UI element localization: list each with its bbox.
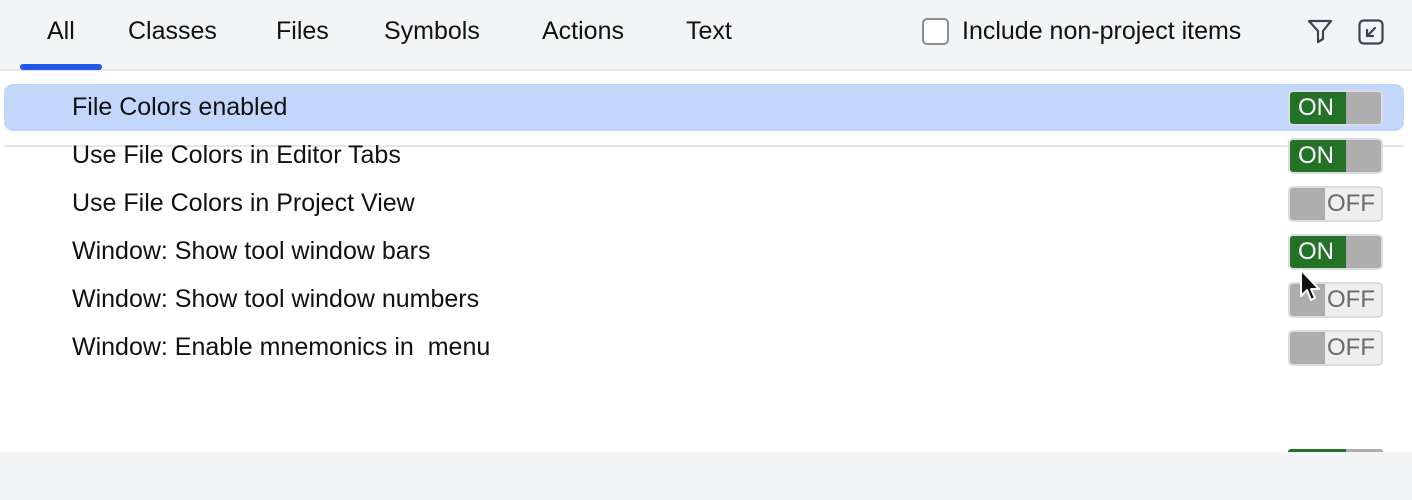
tab-classes[interactable]: Classes — [128, 0, 217, 70]
checkbox-label: Include non-project items — [962, 16, 1242, 45]
tab-files[interactable]: Files — [276, 0, 329, 70]
tab-label: Actions — [542, 17, 624, 45]
filter-icon — [1307, 19, 1333, 44]
toggle-knob — [1290, 188, 1325, 220]
toggle-state: ON — [1298, 238, 1334, 265]
popup-footer — [0, 452, 1412, 500]
toggle-knob — [1346, 236, 1381, 268]
tab-label: Classes — [128, 17, 217, 45]
tab-actions[interactable]: Actions — [542, 0, 624, 70]
open-in-tool-window-button[interactable] — [1358, 19, 1384, 50]
checkbox-box[interactable] — [922, 17, 949, 45]
option-toggle-on[interactable]: ON — [1288, 90, 1383, 126]
toggle-state: OFF — [1327, 190, 1375, 217]
tab-label: Files — [276, 17, 329, 45]
tab-label: Text — [686, 17, 732, 45]
option-toggle-off[interactable]: OFF — [1288, 282, 1383, 318]
option-label: Use File Colors in Editor Tabs — [72, 141, 401, 169]
toggle-knob — [1346, 140, 1381, 172]
tab-text[interactable]: Text — [686, 0, 732, 70]
list-item[interactable]: Window: Show tool window numbers OFF — [4, 276, 1404, 323]
toggle-state: ON — [1298, 142, 1334, 169]
option-label: Window: Show tool window bars — [72, 237, 431, 265]
include-non-project-items-checkbox[interactable]: Include non-project items — [922, 17, 1241, 45]
tab-all[interactable]: All — [20, 0, 102, 70]
option-label: Use File Colors in Project View — [72, 189, 415, 217]
tab-label: Symbols — [384, 17, 480, 45]
open-in-tool-window-icon — [1358, 19, 1384, 45]
option-toggle-off[interactable]: OFF — [1288, 186, 1383, 222]
tab-symbols[interactable]: Symbols — [384, 0, 480, 70]
toggle-knob — [1290, 284, 1325, 316]
option-toggle-on[interactable]: ON — [1288, 234, 1383, 270]
option-toggle-off[interactable]: OFF — [1288, 330, 1383, 366]
filter-button[interactable] — [1306, 17, 1334, 50]
active-tab-indicator — [20, 64, 102, 70]
tab-label: All — [47, 17, 75, 45]
toggle-knob — [1290, 332, 1325, 364]
toggle-state: ON — [1298, 94, 1334, 121]
list-item[interactable]: Use File Colors in Project View OFF — [4, 180, 1404, 227]
option-label: Window: Show tool window numbers — [72, 285, 480, 313]
toggle-state: OFF — [1327, 334, 1375, 361]
option-label: Window: Enable mnemonics in menu — [72, 333, 491, 361]
toggle-state: OFF — [1327, 286, 1375, 313]
search-everywhere-header: All Classes Files Symbols Actions Text I… — [0, 0, 1412, 71]
list-item[interactable]: File Colors enabled ON — [4, 84, 1404, 131]
option-toggle-on[interactable]: ON — [1288, 138, 1383, 174]
toggle-knob — [1346, 92, 1381, 124]
option-label: File Colors enabled — [72, 93, 288, 121]
list-item[interactable]: Window: Enable mnemonics in menu OFF — [4, 324, 1404, 371]
list-item[interactable]: Window: Show tool window bars ON — [4, 228, 1404, 275]
list-item[interactable]: Use File Colors in Editor Tabs ON — [4, 132, 1404, 179]
